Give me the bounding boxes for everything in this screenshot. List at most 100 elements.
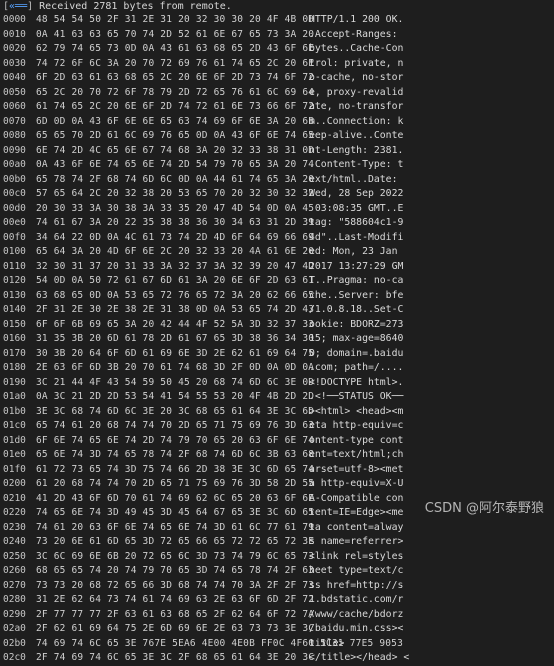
- hex-offset: 0110: [3, 260, 26, 272]
- hex-bytes: 3C 6C 69 6E 6B 20 72 65 6C 3D 73 74 79 6…: [36, 550, 315, 562]
- hex-bytes: 61 74 65 2C 20 6E 6F 2D 74 72 61 6E 73 6…: [36, 101, 315, 112]
- ascii-preview: ookie: BDORZ=273: [309, 318, 404, 330]
- hex-bytes: 2F 31 2E 30 2E 38 2E 31 38 0D 0A 53 65 7…: [36, 304, 315, 315]
- hex-offset: 0260: [3, 565, 26, 576]
- hex-dump-row: 0240 73 20 6E 61 6D 65 3D 72 65 66 65 72 …: [0, 535, 554, 550]
- hex-offset: 0120: [3, 275, 26, 286]
- hex-offset: 0030: [3, 57, 26, 69]
- hex-dump-row: 0090 6E 74 2D 4C 65 6E 67 74 68 3A 20 32 …: [0, 144, 554, 159]
- hex-bytes: 6F 6E 74 65 6E 74 2D 74 79 70 65 20 63 6…: [36, 434, 315, 446]
- hex-offset: 00d0: [3, 202, 26, 214]
- incoming-arrow-icon: «══: [9, 1, 28, 12]
- hex-dump-row: 0280 31 2E 62 64 73 74 61 74 69 63 2E 63 …: [0, 593, 554, 608]
- hex-offset: 02a0: [3, 623, 26, 634]
- hex-bytes: 68 65 65 74 20 74 79 70 65 3D 74 65 78 7…: [36, 565, 315, 576]
- hex-offset: 01f0: [3, 463, 26, 475]
- hex-dump-row: 0150 6F 6F 6B 69 65 3A 20 42 44 4F 52 5A …: [0, 318, 554, 333]
- hex-dump-row: 01a0 0A 3C 21 2D 2D 53 54 41 54 55 53 20 …: [0, 390, 554, 405]
- hex-bytes: 0A 3C 21 2D 2D 53 54 41 54 55 53 20 4F 4…: [36, 391, 315, 402]
- ascii-preview: s name=referrer>: [309, 536, 404, 547]
- ascii-preview: e, proxy-revalid: [309, 86, 404, 98]
- receive-status-line: [«══] Received 2781 bytes from remote.: [3, 1, 232, 13]
- hex-offset: 00e0: [3, 217, 26, 228]
- hex-dump-row: 0160 31 35 3B 20 6D 61 78 2D 61 67 65 3D …: [0, 332, 554, 347]
- hex-bytes: 65 78 74 2F 68 74 6D 6C 0D 0A 44 61 74 6…: [36, 173, 315, 185]
- ascii-preview: o-cache, no-stor: [309, 72, 404, 83]
- hex-offset: 0200: [3, 478, 26, 489]
- hex-offset: 0070: [3, 115, 26, 127]
- hex-bytes: 74 72 6F 6C 3A 20 70 72 69 76 61 74 65 2…: [36, 57, 315, 69]
- hex-offset: 01b0: [3, 405, 26, 417]
- hex-offset: 0020: [3, 43, 26, 54]
- ascii-preview: T..Pragma: no-ca: [309, 275, 404, 286]
- ascii-preview: <!DOCTYPE html>.: [309, 376, 404, 388]
- hex-offset: 02b0: [3, 637, 26, 649]
- hex-offset: 0290: [3, 608, 26, 620]
- hex-bytes: 54 0D 0A 50 72 61 67 6D 61 3A 20 6E 6F 2…: [36, 275, 315, 286]
- hex-offset: 02c0: [3, 652, 26, 663]
- ascii-preview: ta content=alway: [309, 521, 404, 533]
- hex-dump-row: 0060 61 74 65 2C 20 6E 6F 2D 74 72 61 6E …: [0, 100, 554, 115]
- ascii-preview: heet type=text/c: [309, 565, 404, 576]
- ascii-preview: /1.0.8.18..Set-C: [309, 304, 404, 315]
- hex-bytes: 30 3B 20 64 6F 6D 61 69 6E 3D 2E 62 61 6…: [36, 347, 315, 359]
- hex-bytes: 2F 77 77 77 2F 63 61 63 68 65 2F 62 64 6…: [36, 608, 315, 620]
- hex-dump-row: 0200 61 20 68 74 74 70 2D 65 71 75 69 76 …: [0, 477, 554, 492]
- hex-dump-row: 0120 54 0D 0A 50 72 61 67 6D 61 3A 20 6E …: [0, 274, 554, 289]
- hex-offset: 00c0: [3, 188, 26, 199]
- hex-offset: 0090: [3, 144, 26, 156]
- ascii-preview: trol: private, n: [309, 57, 404, 69]
- hex-bytes: 41 2D 43 6F 6D 70 61 74 69 62 6C 65 20 6…: [36, 492, 315, 504]
- hex-dump-row: 0190 3C 21 44 4F 43 54 59 50 45 20 68 74 …: [0, 376, 554, 391]
- ascii-preview: tent=IE=Edge><me: [309, 507, 404, 518]
- hex-offset: 0170: [3, 347, 26, 359]
- ascii-preview: 03:08:35 GMT..E: [309, 202, 404, 214]
- hex-dump-row: 0050 65 2C 20 70 72 6F 78 79 2D 72 65 76 …: [0, 86, 554, 101]
- hex-bytes: 2E 63 6F 6D 3B 20 70 61 74 68 3D 2F 0D 0…: [36, 362, 315, 373]
- hex-dump-row: 01c0 65 74 61 20 68 74 74 70 2D 65 71 75 …: [0, 419, 554, 434]
- ascii-preview: /baidu.min.css><: [309, 623, 404, 634]
- hex-offset: 0160: [3, 333, 26, 344]
- hex-bytes: 65 2C 20 70 72 6F 78 79 2D 72 65 76 61 6…: [36, 86, 315, 98]
- ascii-preview: <link rel=styles: [309, 550, 404, 562]
- ascii-preview: ed: Mon, 23 Jan: [309, 246, 398, 257]
- hex-offset: 00a0: [3, 159, 26, 170]
- ascii-preview: tag: "588604c1-9: [309, 217, 404, 228]
- hex-offset: 00f0: [3, 231, 26, 243]
- hex-dump-row: 02a0 2F 62 61 69 64 75 2E 6D 69 6E 2E 63 …: [0, 622, 554, 637]
- hex-offset: 0240: [3, 536, 26, 547]
- hex-bytes: 6D 0D 0A 43 6F 6E 6E 65 63 74 69 6F 6E 3…: [36, 115, 315, 127]
- hex-bytes: 65 74 61 20 68 74 74 70 2D 65 71 75 69 7…: [36, 420, 315, 431]
- hex-offset: 0140: [3, 304, 26, 315]
- hex-bytes: 73 20 6E 61 6D 65 3D 72 65 66 65 72 72 6…: [36, 536, 315, 547]
- hex-bytes: 57 65 64 2C 20 32 38 20 53 65 70 20 32 3…: [36, 188, 315, 199]
- hex-offset: 0220: [3, 507, 26, 518]
- hex-dump-row: 00f0 34 64 22 0D 0A 4C 61 73 74 2D 4D 6F …: [0, 231, 554, 246]
- hex-bytes: 74 61 20 63 6F 6E 74 65 6E 74 3D 61 6C 7…: [36, 521, 315, 533]
- ascii-preview: m..Connection: k: [309, 115, 404, 127]
- hex-offset: 0150: [3, 318, 26, 330]
- hex-dump-row: 0070 6D 0D 0A 43 6F 6E 6E 65 63 74 69 6F …: [0, 115, 554, 130]
- hex-offset: 0230: [3, 521, 26, 533]
- hex-bytes: 48 54 54 50 2F 31 2E 31 20 32 30 30 20 4…: [36, 14, 315, 25]
- hex-bytes: 61 20 68 74 74 70 2D 65 71 75 69 76 3D 5…: [36, 478, 315, 489]
- hex-bytes: 61 72 73 65 74 3D 75 74 66 2D 38 3E 3C 6…: [36, 463, 315, 475]
- hex-dump-row: 0230 74 61 20 63 6F 6E 74 65 6E 74 3D 61 …: [0, 521, 554, 536]
- hex-offset: 01d0: [3, 434, 26, 446]
- ascii-preview: che..Server: bfe: [309, 289, 404, 301]
- hex-bytes: 65 6E 74 3D 74 65 78 74 2F 68 74 6D 6C 3…: [36, 449, 315, 460]
- ascii-preview: bytes..Cache-Con: [309, 43, 404, 54]
- hex-bytes: 65 64 3A 20 4D 6F 6E 2C 20 32 33 20 4A 6…: [36, 246, 315, 257]
- hex-bytes: 3C 21 44 4F 43 54 59 50 45 20 68 74 6D 6…: [36, 376, 315, 388]
- ascii-preview: A-Compatible con: [309, 492, 404, 504]
- ascii-preview: 2017 13:27:29 GM: [309, 260, 404, 272]
- hex-bytes: 20 30 33 3A 30 38 3A 33 35 20 47 4D 54 0…: [36, 202, 315, 214]
- ascii-preview: 0; domain=.baidu: [309, 347, 404, 359]
- hex-dump-row: 0040 6F 2D 63 61 63 68 65 2C 20 6E 6F 2D …: [0, 71, 554, 86]
- hex-bytes: 63 68 65 0D 0A 53 65 72 76 65 72 3A 20 6…: [36, 289, 315, 301]
- hex-bytes: 0A 43 6F 6E 74 65 6E 74 2D 54 79 70 65 3…: [36, 159, 315, 170]
- hex-dump-row: 01f0 61 72 73 65 74 3D 75 74 66 2D 38 3E …: [0, 463, 554, 478]
- hex-dump-row: 02b0 74 69 74 6C 65 3E 767E 5EA6 4E00 4E0…: [0, 637, 554, 652]
- ascii-preview: .com; path=/....: [309, 362, 404, 373]
- hex-bytes: 31 2E 62 64 73 74 61 74 69 63 2E 63 6F 6…: [36, 594, 315, 605]
